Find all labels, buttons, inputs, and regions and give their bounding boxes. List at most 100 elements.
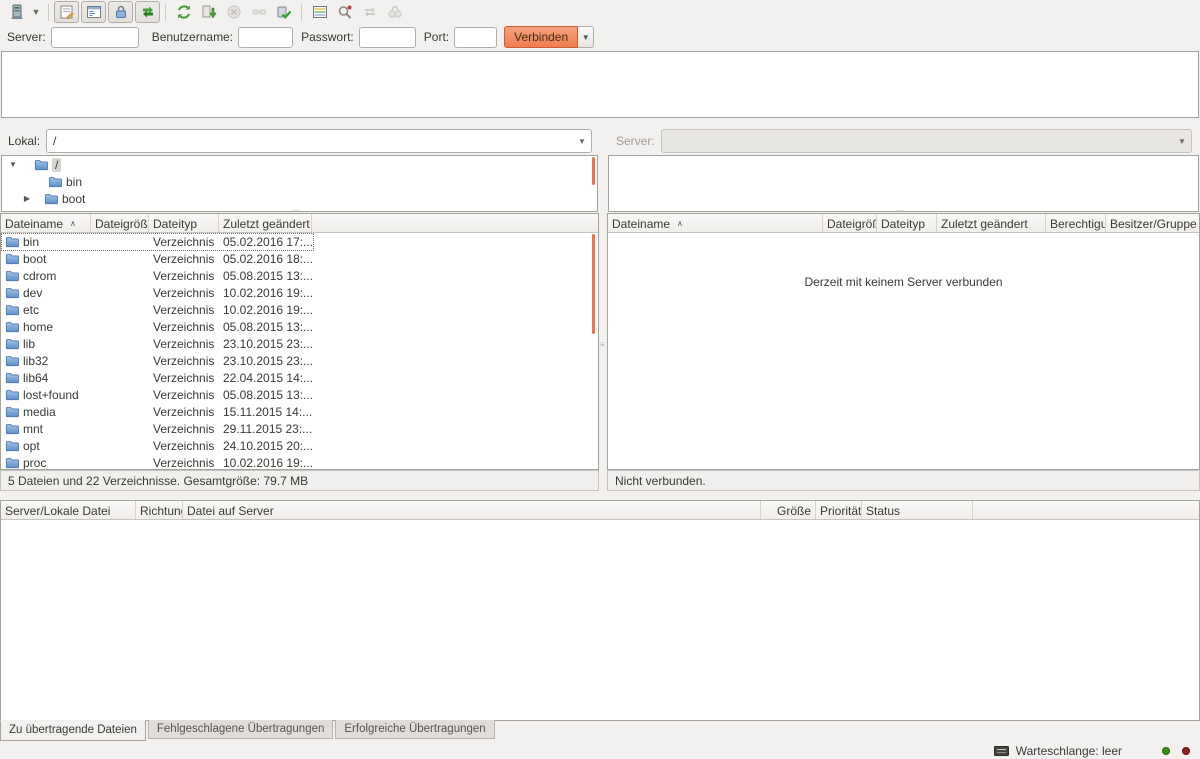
local-file-list: Dateiname∧ Dateigröße Dateityp Zuletzt g… [0,213,599,470]
column-header-modified[interactable]: Zuletzt geändert [937,214,1046,232]
column-header-filler [312,214,598,232]
list-scrollbar-thumb[interactable] [592,234,595,334]
folder-icon [5,371,19,384]
column-header-owner-group[interactable]: Besitzer/Gruppe [1106,214,1200,232]
column-header-filename[interactable]: Dateiname∧ [1,214,91,232]
toggle-message-log-button[interactable] [54,1,79,23]
folder-icon [5,235,19,248]
transfer-queue-icon [140,4,156,20]
find-files-button [382,1,407,23]
process-queue-button[interactable] [196,1,221,23]
tab-successful-transfers[interactable]: Erfolgreiche Übertragungen [335,720,494,739]
directory-comparison-icon [312,4,328,20]
column-header-direction[interactable]: Richtung [136,501,183,519]
remote-tree-lock-icon [113,4,129,20]
file-row[interactable]: home Verzeichnis 05.08.2015 13:... [1,318,598,335]
folder-icon [5,405,19,418]
column-header-priority[interactable]: Priorität [816,501,862,519]
folder-icon [5,388,19,401]
file-row[interactable]: lib64 Verzeichnis 22.04.2015 14:... [1,369,598,386]
expander-expanded-icon[interactable]: ▼ [8,160,18,169]
password-label: Passwort: [301,30,354,44]
tree-item-boot[interactable]: ▶ boot [2,190,597,207]
username-input[interactable] [238,27,293,48]
column-header-filesize[interactable]: Dateigröße [91,214,149,232]
column-header-server-local-file[interactable]: Server/Lokale Datei [1,501,136,519]
refresh-button[interactable] [171,1,196,23]
folder-icon [5,439,19,452]
toolbar-separator [48,4,49,21]
binoculars-icon [387,4,403,20]
column-header-status[interactable]: Status [862,501,973,519]
horizontal-splitter-grip[interactable]: ⋯ [896,206,905,215]
tab-failed-transfers[interactable]: Fehlgeschlagene Übertragungen [148,720,334,739]
column-header-filename[interactable]: Dateiname∧ [608,214,823,232]
reconnect-button[interactable] [271,1,296,23]
tree-item-root[interactable]: ▼ / [2,156,597,173]
tree-scrollbar-thumb[interactable] [592,157,595,185]
column-header-filetype[interactable]: Dateityp [149,214,219,232]
transfer-queue-pane: Server/Lokale Datei Richtung Datei auf S… [0,500,1200,721]
local-tree-icon [86,4,102,20]
directory-comparison-button[interactable] [307,1,332,23]
port-label: Port: [424,30,449,44]
folder-icon [5,286,19,299]
file-row[interactable]: proc Verzeichnis 10.02.2016 19:... [1,454,598,470]
file-row[interactable]: mnt Verzeichnis 29.11.2015 23:... [1,420,598,437]
file-row[interactable]: dev Verzeichnis 10.02.2016 19:... [1,284,598,301]
column-header-filetype[interactable]: Dateityp [877,214,937,232]
file-row[interactable]: lib32 Verzeichnis 23.10.2015 23:... [1,352,598,369]
message-log-pane [1,51,1199,118]
tab-queued-files[interactable]: Zu übertragende Dateien [0,720,146,741]
vertical-splitter[interactable]: ≡ [600,128,607,491]
server-input[interactable] [51,27,139,48]
site-manager-dropdown-button[interactable]: ▼ [29,1,43,23]
column-header-remote-file[interactable]: Datei auf Server [183,501,761,519]
filter-search-icon [337,4,353,20]
not-connected-message: Derzeit mit keinem Server verbunden [608,275,1199,289]
queue-tabs: Zu übertragende Dateien Fehlgeschlagene … [0,720,495,742]
file-row[interactable]: lib Verzeichnis 23.10.2015 23:... [1,335,598,352]
toggle-transfer-queue-button[interactable] [135,1,160,23]
file-row[interactable]: boot Verzeichnis 05.02.2016 18:... [1,250,598,267]
column-header-filesize[interactable]: Dateigröße [823,214,877,232]
site-manager-button[interactable] [4,1,29,23]
port-input[interactable] [454,27,497,48]
tree-item-bin[interactable]: bin [2,173,597,190]
password-input[interactable] [359,27,416,48]
file-row[interactable]: bin Verzeichnis 05.02.2016 17:... [1,233,598,250]
local-path-combobox[interactable]: / ▼ [46,129,592,153]
filter-button[interactable] [332,1,357,23]
toggle-local-tree-button[interactable] [81,1,106,23]
file-row[interactable]: lost+found Verzeichnis 05.08.2015 13:... [1,386,598,403]
quickconnect-button[interactable]: Verbinden [504,26,578,48]
horizontal-splitter-grip[interactable]: ⋯ [292,206,301,215]
chevron-down-icon[interactable]: ▼ [573,137,591,146]
quickconnect-dropdown-button[interactable]: ▼ [578,26,594,48]
site-manager-icon [9,4,25,20]
column-header-size[interactable]: Größe [761,501,816,519]
file-row[interactable]: cdrom Verzeichnis 05.08.2015 13:... [1,267,598,284]
local-path-row: Lokal: / ▼ [0,128,600,154]
remote-path-row: Server: ▼ [607,128,1200,154]
column-header-modified[interactable]: Zuletzt geändert [219,214,312,232]
local-list-header: Dateiname∧ Dateigröße Dateityp Zuletzt g… [1,214,598,233]
file-row[interactable]: media Verzeichnis 15.11.2015 14:... [1,403,598,420]
cancel-icon [226,4,242,20]
synchronized-browsing-icon [362,4,378,20]
remote-path-combobox: ▼ [661,129,1192,153]
file-row[interactable]: opt Verzeichnis 24.10.2015 20:... [1,437,598,454]
local-status-line: 5 Dateien und 22 Verzeichnisse. Gesamtgr… [0,470,599,491]
status-led-green-icon [1162,747,1170,755]
sort-ascending-icon: ∧ [677,219,683,228]
toggle-remote-tree-button[interactable] [108,1,133,23]
column-header-filler [973,501,1199,519]
folder-icon [48,175,62,188]
cancel-button [221,1,246,23]
file-row[interactable]: etc Verzeichnis 10.02.2016 19:... [1,301,598,318]
message-log-icon [59,4,75,20]
column-header-permissions[interactable]: Berechtigungen [1046,214,1106,232]
folder-icon [5,252,19,265]
expander-collapsed-icon[interactable]: ▶ [22,194,32,203]
local-path-value: / [47,134,573,148]
